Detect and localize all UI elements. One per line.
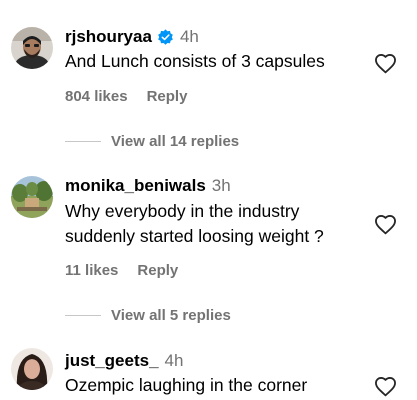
comment-text: And Lunch consists of 3 capsules <box>65 51 325 71</box>
username[interactable]: monika_beniwals <box>65 176 206 196</box>
comment-meta: 804 likes Reply <box>65 88 187 105</box>
reply-button[interactable]: Reply <box>137 262 178 279</box>
avatar[interactable] <box>11 27 53 69</box>
comment-header: monika_beniwals 3h <box>65 176 231 196</box>
comment-time: 3h <box>211 176 231 195</box>
view-replies-button[interactable]: View all 14 replies <box>65 133 239 150</box>
comment-header: just_geets_ 4h <box>65 351 183 371</box>
heart-outline-icon[interactable] <box>374 376 397 397</box>
heart-outline-icon[interactable] <box>374 53 397 74</box>
avatar[interactable] <box>11 176 53 218</box>
reply-button[interactable]: Reply <box>147 88 188 105</box>
comment-text: Ozempic laughing in the corner <box>65 375 308 395</box>
avatar[interactable] <box>11 348 53 390</box>
heart-outline-icon[interactable] <box>374 214 397 235</box>
comment-time: 4h <box>164 351 184 370</box>
verified-badge-icon <box>157 28 174 46</box>
username[interactable]: just_geets_ <box>65 351 159 371</box>
view-replies-label: View all 5 replies <box>111 307 231 324</box>
likes-count[interactable]: 804 likes <box>65 88 128 105</box>
comment-header: rjshouryaa 4h <box>65 27 199 47</box>
view-replies-button[interactable]: View all 5 replies <box>65 307 231 324</box>
replies-divider <box>65 141 101 142</box>
comment-time: 4h <box>179 27 199 46</box>
replies-divider <box>65 315 101 316</box>
username[interactable]: rjshouryaa <box>65 27 152 47</box>
likes-count[interactable]: 11 likes <box>65 262 118 279</box>
comment-meta: 11 likes Reply <box>65 262 178 279</box>
view-replies-label: View all 14 replies <box>111 133 240 150</box>
comment-text: Why everybody in the industry suddenly s… <box>65 201 324 246</box>
